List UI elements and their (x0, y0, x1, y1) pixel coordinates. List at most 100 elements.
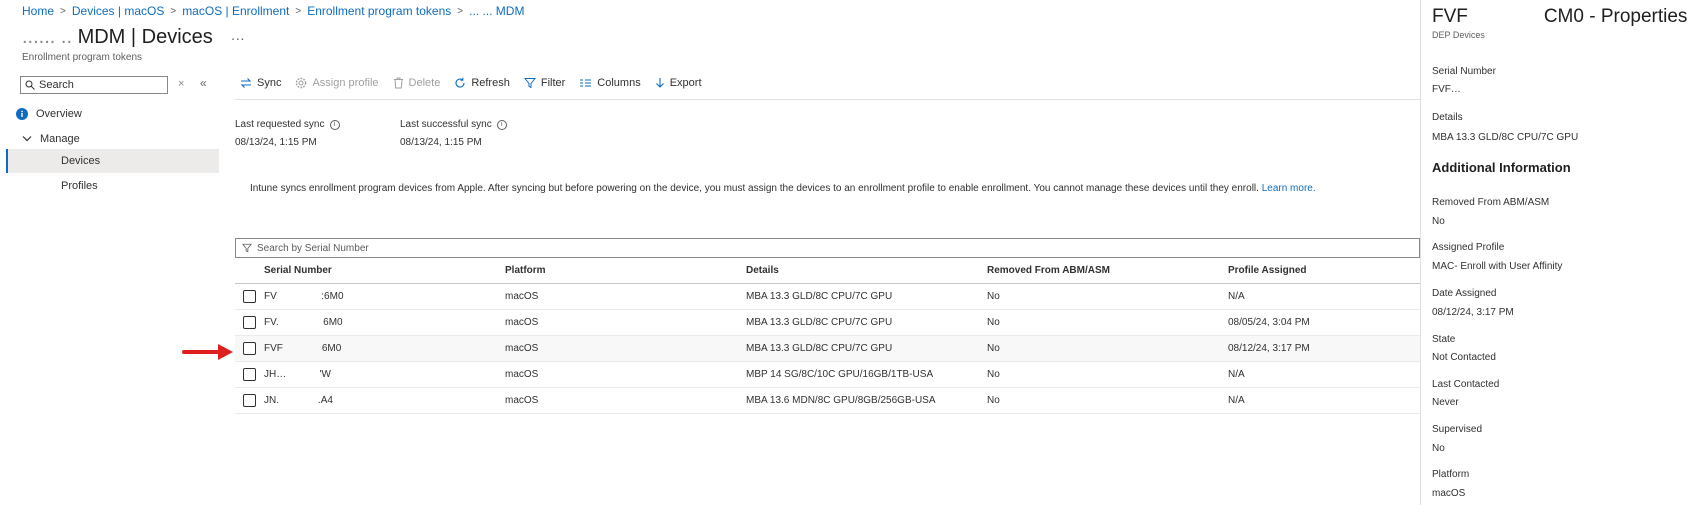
cell-removed: No (987, 343, 1000, 354)
prop-label: State (1432, 334, 1456, 345)
chevron-right-icon: > (170, 5, 177, 17)
refresh-label: Refresh (471, 77, 510, 89)
sidebar-item-profiles[interactable]: Profiles (6, 174, 219, 198)
sidebar-item-label: Manage (40, 133, 80, 145)
table-row[interactable]: JN. .A4 macOS MBA 13.6 MDN/8C GPU/8GB/25… (235, 388, 1420, 414)
row-checkbox[interactable] (243, 394, 256, 407)
sync-button[interactable]: Sync (240, 77, 281, 89)
row-checkbox[interactable] (243, 290, 256, 303)
column-header-details[interactable]: Details (746, 265, 779, 276)
cell-removed: No (987, 317, 1000, 328)
last-requested-sync-value: 08/13/24, 1:15 PM (235, 137, 317, 148)
column-header-serial[interactable]: Serial Number (264, 265, 332, 276)
breadcrumb-token[interactable]: ... ... MDM (469, 4, 524, 18)
cell-removed: No (987, 395, 1000, 406)
cell-details: MBA 13.3 GLD/8C CPU/7C GPU (746, 291, 893, 302)
cell-platform: macOS (505, 291, 539, 302)
annotation-arrow-icon (182, 344, 233, 360)
cell-profile: N/A (1228, 369, 1245, 380)
learn-more-link[interactable]: Learn more. (1262, 183, 1316, 194)
cell-profile: 08/05/24, 3:04 PM (1228, 317, 1310, 328)
cell-platform: macOS (505, 343, 539, 354)
cell-details: MBA 13.6 MDN/8C GPU/8GB/256GB-USA (746, 395, 936, 406)
last-requested-sync-label: Last requested sync i (235, 119, 340, 130)
page-title-redacted: ...... .. (22, 26, 73, 48)
sidebar-item-label: Devices (61, 155, 101, 167)
gear-icon (296, 77, 307, 89)
prop-label: Last Contacted (1432, 379, 1500, 390)
cell-serial: FVF 6M0 (264, 343, 342, 354)
info-icon[interactable]: i (496, 119, 507, 130)
delete-label: Delete (408, 77, 441, 89)
cell-details: MBP 14 SG/8C/10C GPU/16GB/1TB-USA (746, 369, 934, 380)
prop-label: Removed From ABM/ASM (1432, 197, 1550, 208)
sidebar-group-manage[interactable]: Manage (22, 133, 80, 145)
filter-button[interactable]: Filter (523, 77, 566, 89)
cell-removed: No (987, 291, 1000, 302)
prop-details-label: Details (1432, 112, 1463, 123)
enrollment-notice-text: Intune syncs enrollment program devices … (250, 183, 1259, 194)
export-button[interactable]: Export (655, 77, 702, 89)
enrollment-notice: Intune syncs enrollment program devices … (250, 183, 1316, 194)
breadcrumb-devices-macos[interactable]: Devices | macOS (72, 4, 164, 18)
panel-title-redacted (1468, 6, 1544, 27)
filter-icon (523, 78, 536, 89)
last-successful-sync-label: Last successful sync i (400, 119, 507, 130)
export-label: Export (669, 77, 702, 89)
row-checkbox[interactable] (243, 316, 256, 329)
filter-label: Filter (540, 77, 566, 89)
breadcrumb-home[interactable]: Home (22, 4, 54, 18)
sidebar-item-devices[interactable]: Devices (6, 149, 219, 173)
column-header-removed[interactable]: Removed From ABM/ASM (987, 265, 1110, 276)
clear-search-icon[interactable]: × (178, 78, 184, 90)
command-bar: Sync Assign profile Delete Refresh Filte… (240, 77, 716, 89)
chevron-right-icon: > (60, 5, 66, 17)
row-checkbox[interactable] (243, 368, 256, 381)
table-row[interactable]: FVF 6M0 macOS MBA 13.3 GLD/8C CPU/7C GPU… (235, 336, 1420, 362)
chevron-down-icon (22, 136, 32, 142)
prop-value: 08/12/24, 3:17 PM (1432, 307, 1514, 318)
cell-details: MBA 13.3 GLD/8C CPU/7C GPU (746, 317, 893, 328)
row-checkbox[interactable] (243, 342, 256, 355)
table-row[interactable]: JH… 'W macOS MBP 14 SG/8C/10C GPU/16GB/1… (235, 362, 1420, 388)
table-row[interactable]: FV :6M0 macOS MBA 13.3 GLD/8C CPU/7C GPU… (235, 284, 1420, 310)
refresh-icon (455, 77, 465, 88)
breadcrumb-enrollment-tokens[interactable]: Enrollment program tokens (307, 4, 451, 18)
last-successful-sync-value: 08/13/24, 1:15 PM (400, 137, 482, 148)
assign-profile-button[interactable]: Assign profile (295, 77, 379, 89)
serial-search-input[interactable]: Search by Serial Number (235, 238, 1420, 258)
delete-button[interactable]: Delete (393, 77, 441, 89)
sidebar-item-label: Profiles (61, 180, 98, 192)
prop-serial-label: Serial Number (1432, 66, 1496, 77)
sync-icon (240, 78, 252, 88)
sidebar-search-input[interactable]: Search (20, 76, 168, 94)
table-row[interactable]: FV. 6M0 macOS MBA 13.3 GLD/8C CPU/7C GPU… (235, 310, 1420, 336)
refresh-button[interactable]: Refresh (454, 77, 510, 89)
serial-search-placeholder: Search by Serial Number (257, 242, 369, 254)
filter-icon (242, 243, 252, 253)
cell-profile: N/A (1228, 395, 1245, 406)
breadcrumb-macos-enrollment[interactable]: macOS | Enrollment (182, 4, 289, 18)
sidebar-item-overview[interactable]: Overview (16, 108, 82, 120)
prop-value: Never (1432, 397, 1459, 408)
prop-label: Supervised (1432, 424, 1483, 435)
prop-label: Date Assigned (1432, 288, 1497, 299)
trash-icon (393, 77, 403, 89)
collapse-sidebar-icon[interactable]: « (200, 76, 207, 90)
assign-profile-label: Assign profile (312, 77, 379, 89)
cell-serial: JN. .A4 (264, 395, 333, 406)
breadcrumb: Home > Devices | macOS > macOS | Enrollm… (22, 4, 524, 18)
columns-label: Columns (597, 77, 641, 89)
cell-serial: FV :6M0 (264, 291, 344, 302)
column-header-profile[interactable]: Profile Assigned (1228, 265, 1307, 276)
sidebar-search-placeholder: Search (39, 79, 74, 91)
last-requested-sync-text: Last requested sync (235, 119, 325, 130)
columns-button[interactable]: Columns (579, 77, 641, 89)
prop-value: No (1432, 443, 1445, 454)
more-options-icon[interactable]: ··· (231, 30, 245, 46)
cell-serial: FV. 6M0 (264, 317, 343, 328)
sidebar-item-label: Overview (36, 108, 82, 120)
last-successful-sync-text: Last successful sync (400, 119, 492, 130)
info-icon[interactable]: i (329, 119, 340, 130)
column-header-platform[interactable]: Platform (505, 265, 546, 276)
